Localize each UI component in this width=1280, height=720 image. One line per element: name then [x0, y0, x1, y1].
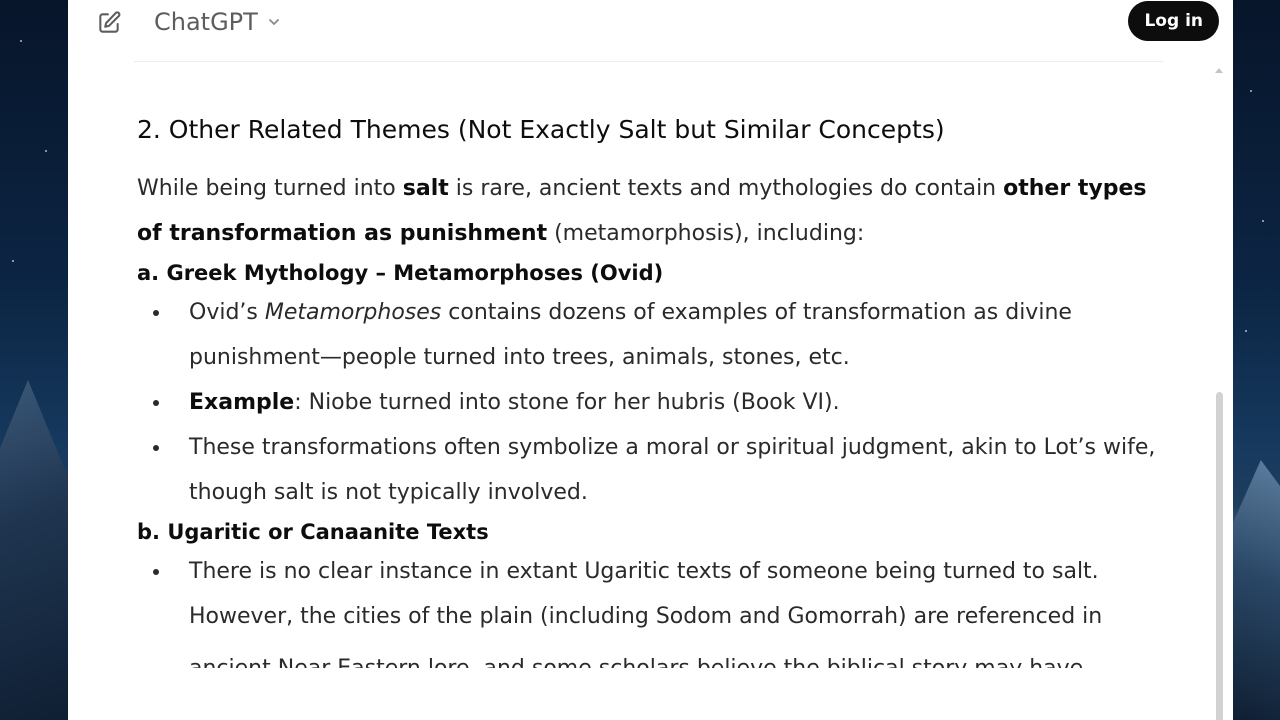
header-divider: [134, 61, 1163, 62]
star: [12, 260, 14, 262]
star: [20, 40, 22, 42]
intro-paragraph: While being turned into salt is rare, an…: [137, 166, 1157, 256]
list-item: There is no clear instance in extant Uga…: [137, 549, 1157, 684]
intro-text: is rare, ancient texts and mythologies d…: [448, 176, 1004, 201]
bullet-list: There is no clear instance in extant Uga…: [137, 549, 1157, 684]
bullet-text: : Niobe turned into stone for her hubris…: [294, 390, 840, 415]
chat-window: ChatGPT Log in 2. Other Related Themes (…: [68, 0, 1233, 720]
scroll-up-arrow-icon[interactable]: [1215, 68, 1223, 73]
chevron-down-icon: [268, 19, 279, 25]
bullet-text: These transformations often symbolize a …: [189, 435, 1156, 505]
login-button[interactable]: Log in: [1128, 1, 1219, 41]
list-item: These transformations often symbolize a …: [137, 425, 1157, 515]
section-heading: 2. Other Related Themes (Not Exactly Sal…: [137, 115, 945, 144]
new-chat-edit-icon: [99, 11, 121, 33]
mountain-left: [0, 380, 70, 720]
bullet-text: Ovid’s: [189, 300, 265, 325]
star: [1250, 90, 1252, 92]
intro-text: While being turned into: [137, 176, 403, 201]
model-name: ChatGPT: [154, 8, 258, 36]
new-chat-button[interactable]: [92, 6, 126, 40]
subheading-ugaritic-texts: b. Ugaritic or Canaanite Texts: [137, 520, 489, 544]
list-item: Ovid’s Metamorphoses contains dozens of …: [137, 290, 1157, 380]
scrollbar[interactable]: [1214, 64, 1224, 720]
star: [45, 150, 47, 152]
star: [1262, 220, 1264, 222]
scrollbar-thumb[interactable]: [1216, 392, 1223, 720]
bullet-text-cut-off: ancient Near Eastern lore, and some scho…: [189, 646, 1083, 668]
bullet-text: There is no clear instance in extant Uga…: [189, 559, 1103, 629]
mountain-right: [1232, 460, 1280, 720]
bullet-bold: Example: [189, 390, 295, 415]
star: [1245, 330, 1247, 332]
list-item: Example: Niobe turned into stone for her…: [137, 380, 1157, 425]
bullet-italic: Metamorphoses: [264, 300, 442, 325]
subheading-greek-mythology: a. Greek Mythology – Metamorphoses (Ovid…: [137, 261, 664, 285]
top-bar: ChatGPT Log in: [68, 0, 1233, 62]
model-selector[interactable]: ChatGPT: [154, 4, 282, 40]
intro-bold: salt: [402, 176, 449, 201]
bullet-list: Ovid’s Metamorphoses contains dozens of …: [137, 290, 1157, 515]
intro-text: (metamorphosis), including:: [547, 221, 865, 246]
assistant-message: 2. Other Related Themes (Not Exactly Sal…: [137, 110, 1157, 684]
